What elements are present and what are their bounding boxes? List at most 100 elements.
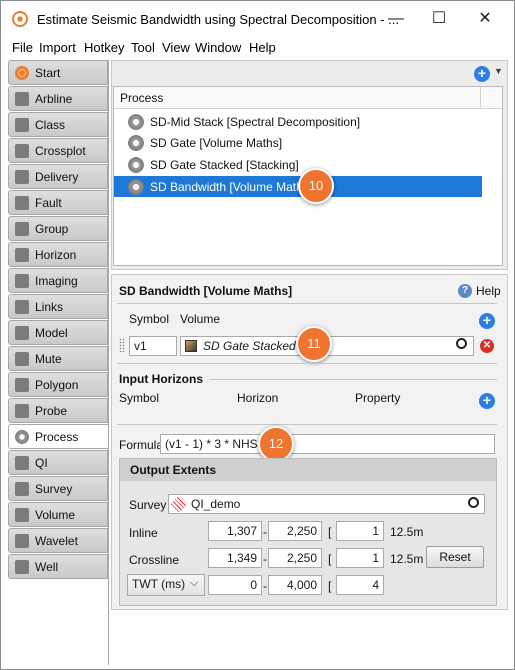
minimize-button[interactable]: —: [386, 9, 406, 29]
menu-file[interactable]: File: [12, 40, 33, 55]
crossline-label: Crossline: [129, 553, 180, 567]
menu-window[interactable]: Window: [195, 40, 241, 55]
twt-bracket: [: [328, 579, 332, 593]
crossline-dash: -: [263, 552, 267, 566]
list-item[interactable]: SD Gate Stacked [Stacking]: [114, 154, 482, 175]
gear-icon: [128, 114, 144, 130]
sidebar-item-imaging[interactable]: Imaging: [8, 268, 108, 293]
sidebar-item-horizon[interactable]: Horizon: [8, 242, 108, 267]
wavelet-icon: [15, 534, 29, 548]
sidebar-item-qi[interactable]: QI: [8, 450, 108, 475]
crossline-to-field[interactable]: 2,250: [268, 548, 322, 568]
volume-icon: [15, 508, 29, 522]
input-horizons-title: Input Horizons: [119, 372, 203, 386]
process-list-header: Process: [114, 87, 502, 109]
crossline-bracket: [: [328, 552, 332, 566]
sidebar-item-label: Crossplot: [35, 144, 86, 158]
sidebar-item-fault[interactable]: Fault: [8, 190, 108, 215]
formula-input[interactable]: (v1 - 1) * 3 * NHS: [160, 434, 495, 454]
drag-handle-icon[interactable]: [119, 338, 125, 352]
sidebar-item-survey[interactable]: Survey: [8, 476, 108, 501]
sidebar-item-class[interactable]: Class: [8, 112, 108, 137]
divider: [210, 379, 497, 380]
menu-tool[interactable]: Tool: [131, 40, 155, 55]
sidebar-item-well[interactable]: Well: [8, 554, 108, 579]
inline-step-field[interactable]: 1: [336, 521, 384, 541]
maximize-button[interactable]: ☐: [429, 9, 449, 29]
step-badge-11: 11: [296, 326, 332, 362]
model-icon: [15, 326, 29, 340]
gear-icon: [128, 135, 144, 151]
survey-field[interactable]: QI_demo: [168, 494, 485, 514]
menu-help[interactable]: Help: [249, 40, 276, 55]
menu-import[interactable]: Import: [39, 40, 76, 55]
sidebar-item-arbline[interactable]: Arbline: [8, 86, 108, 111]
chevron-down-icon[interactable]: ▼: [494, 66, 503, 76]
add-horizon-icon[interactable]: +: [479, 393, 495, 409]
add-volume-icon[interactable]: +: [479, 313, 495, 329]
sidebar-item-process[interactable]: Process: [8, 424, 112, 449]
formula-label: Formula: [119, 438, 164, 452]
sidebar-item-label: Process: [35, 430, 79, 444]
sidebar-item-wavelet[interactable]: Wavelet: [8, 528, 108, 553]
help-icon[interactable]: ?: [458, 284, 472, 298]
sidebar-item-label: Group: [35, 222, 69, 236]
survey-grid-icon: [170, 495, 188, 513]
twt-step-field[interactable]: 4: [336, 575, 384, 595]
well-icon: [15, 560, 29, 574]
inline-to-field[interactable]: 2,250: [268, 521, 322, 541]
survey-label: Survey: [129, 498, 167, 512]
close-button[interactable]: ✕: [475, 9, 495, 29]
symbol-field[interactable]: v1: [129, 336, 177, 356]
sidebar-item-label: Delivery: [35, 170, 79, 184]
sidebar-item-model[interactable]: Model: [8, 320, 108, 345]
sidebar-item-label: Survey: [35, 482, 73, 496]
sidebar-item-label: Well: [35, 560, 59, 574]
divider: [117, 424, 497, 425]
inline-from-field[interactable]: 1,307: [208, 521, 262, 541]
twt-select[interactable]: TWT (ms) ⌵: [127, 574, 205, 596]
group-icon: [15, 222, 29, 236]
horizon-name-header: Horizon: [237, 391, 279, 405]
volume-icon: [185, 340, 197, 352]
search-icon[interactable]: [456, 338, 467, 349]
sidebar-item-label: QI: [35, 456, 48, 470]
sidebar-item-polygon[interactable]: Polygon: [8, 372, 108, 397]
sidebar-item-delivery[interactable]: Delivery: [8, 164, 108, 189]
twt-from-field[interactable]: 0: [208, 575, 262, 595]
crossline-step-field[interactable]: 1: [336, 548, 384, 568]
sidebar-item-start[interactable]: Start: [8, 60, 108, 85]
detail-title: SD Bandwidth [Volume Maths]: [119, 284, 293, 298]
sidebar-item-crossplot[interactable]: Crossplot: [8, 138, 108, 163]
crossline-from-field[interactable]: 1,349: [208, 548, 262, 568]
search-icon[interactable]: [468, 497, 479, 508]
inline-dash: -: [263, 525, 267, 539]
gear-icon: [128, 157, 144, 173]
polygon-icon: [15, 378, 29, 392]
list-item[interactable]: SD Gate [Volume Maths]: [114, 132, 482, 153]
sidebar-item-mute[interactable]: Mute: [8, 346, 108, 371]
remove-volume-icon[interactable]: ✕: [480, 339, 494, 353]
inline-unit: 12.5m: [390, 525, 424, 539]
step-badge-12: 12: [258, 426, 294, 462]
add-process-icon[interactable]: +: [474, 66, 490, 82]
process-label: SD Gate Stacked [Stacking]: [150, 158, 299, 172]
sidebar-item-group[interactable]: Group: [8, 216, 108, 241]
sidebar-item-probe[interactable]: Probe: [8, 398, 108, 423]
menu-view[interactable]: View: [162, 40, 190, 55]
process-label: SD-Mid Stack [Spectral Decomposition]: [150, 115, 361, 129]
qi-icon: [15, 456, 29, 470]
list-item[interactable]: SD-Mid Stack [Spectral Decomposition]: [114, 111, 482, 132]
divider: [117, 303, 497, 304]
process-icon: [15, 430, 29, 444]
twt-to-field[interactable]: 4,000: [268, 575, 322, 595]
sidebar-item-label: Fault: [35, 196, 62, 210]
sidebar-item-label: Model: [35, 326, 68, 340]
help-link[interactable]: Help: [476, 284, 501, 298]
sidebar-item-links[interactable]: Links: [8, 294, 108, 319]
window-title: Estimate Seismic Bandwidth using Spectra…: [37, 12, 399, 27]
menu-hotkey[interactable]: Hotkey: [84, 40, 124, 55]
process-label: SD Bandwidth [Volume Maths]: [150, 180, 313, 194]
reset-button[interactable]: Reset: [426, 546, 484, 568]
sidebar-item-volume[interactable]: Volume: [8, 502, 108, 527]
